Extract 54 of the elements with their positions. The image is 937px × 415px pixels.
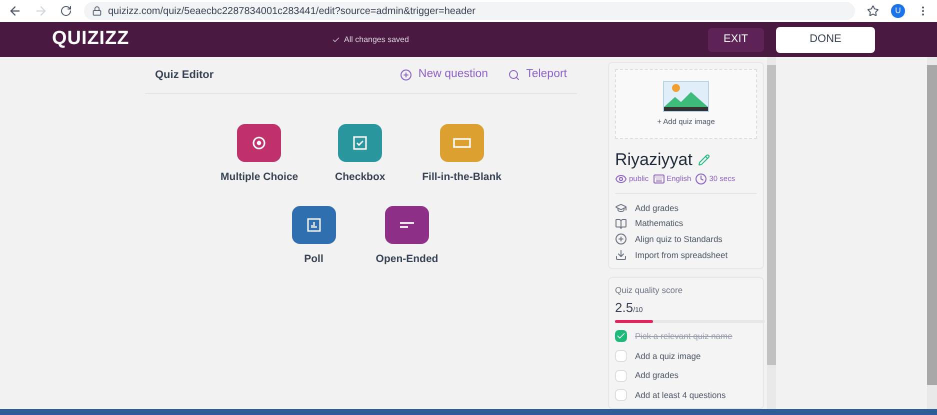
url-text: quizizz.com/quiz/5eaecbc2287834001c283441/edit?source=admin&trigger=header (108, 4, 476, 18)
checkbox[interactable] (615, 389, 627, 402)
check-icon (332, 36, 340, 44)
question-type-button[interactable]: Fill-in-the-Blank (420, 124, 504, 186)
graduation-cap-icon (615, 202, 627, 214)
checklist-label: Pick a relevant quiz name (635, 330, 732, 342)
image-placeholder-icon (663, 80, 709, 112)
done-button[interactable]: DONE (776, 26, 875, 52)
editor-title: Quiz Editor (155, 68, 214, 83)
plus-icon (615, 233, 627, 246)
checkbox-icon (353, 136, 368, 150)
checkbox[interactable] (615, 350, 627, 362)
pencil-icon[interactable] (698, 154, 710, 166)
address-bar[interactable]: quizizz.com/quiz/5eaecbc2287834001c283441/edit?source=admin&trigger=header (84, 2, 855, 20)
detail-link[interactable]: Add grades (615, 202, 757, 214)
question-type-button[interactable]: Poll (282, 206, 346, 268)
lock-icon (92, 6, 102, 16)
detail-link[interactable]: Import from spreadsheet (615, 248, 757, 262)
radio-icon (252, 136, 266, 150)
checklist-label: Add grades (635, 369, 678, 382)
checkbox[interactable] (615, 370, 627, 382)
profile-avatar[interactable]: U (891, 4, 905, 18)
teleport-button[interactable]: Teleport (508, 66, 567, 84)
import-icon (615, 249, 627, 262)
scrollbar-thumb[interactable] (767, 65, 776, 365)
book-icon (615, 218, 627, 230)
clock-icon (695, 172, 708, 184)
save-status: All changes saved (344, 34, 409, 46)
checklist-label: Add at least 4 questions (635, 389, 726, 402)
keyboard-icon (652, 172, 665, 184)
forward-icon[interactable] (34, 4, 48, 18)
star-icon[interactable] (867, 5, 879, 17)
bar-chart-icon (306, 218, 321, 232)
exit-button[interactable]: EXIT (708, 28, 764, 52)
question-type-button[interactable]: Open-Ended (374, 206, 440, 268)
quiz-name: Riyaziyyat (615, 149, 692, 171)
reload-icon[interactable] (60, 5, 72, 17)
question-type-button[interactable]: Checkbox (328, 124, 392, 186)
page-scrollbar-thumb[interactable] (927, 65, 937, 385)
quality-title: Quiz quality score (615, 284, 684, 296)
blank-box-icon (452, 138, 471, 148)
detail-link[interactable]: Align quiz to Standards (615, 233, 757, 246)
search-icon (508, 69, 520, 81)
text-lines-icon (398, 220, 415, 229)
checkbox[interactable] (615, 330, 627, 342)
logo[interactable]: QUIZIZZ (52, 25, 332, 54)
eye-icon (615, 172, 627, 184)
back-icon[interactable] (8, 4, 22, 18)
new-question-button[interactable]: New question (400, 66, 488, 84)
question-type-button[interactable]: Multiple Choice (218, 124, 300, 186)
plus-icon (400, 69, 412, 81)
detail-link[interactable]: Mathematics (615, 217, 757, 230)
check-icon (616, 331, 626, 342)
checklist-label: Add a quiz image (635, 350, 701, 362)
